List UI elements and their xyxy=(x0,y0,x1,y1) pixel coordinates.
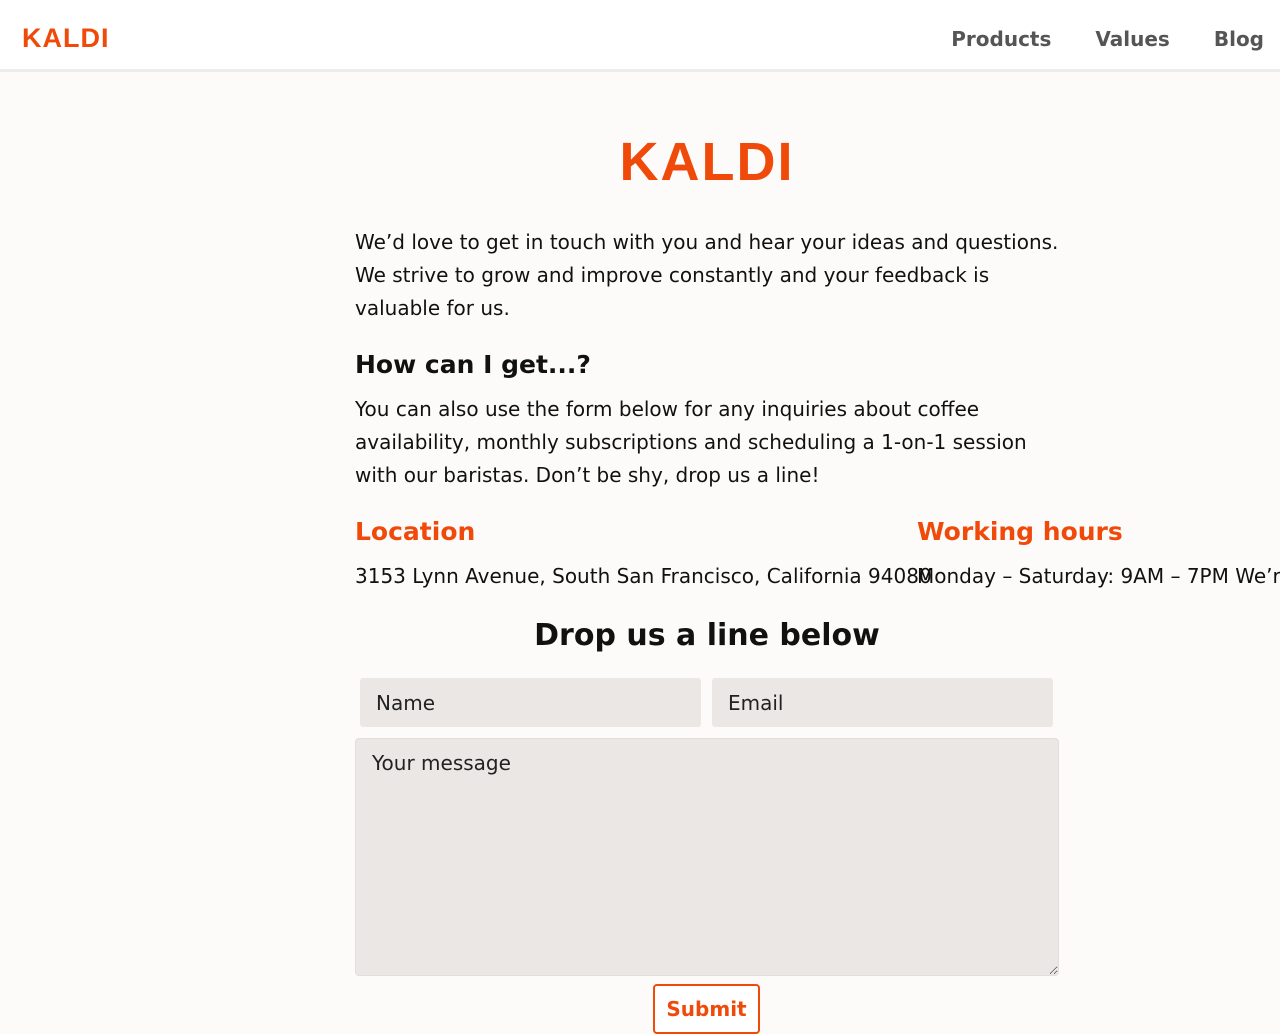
faq-heading: How can I get...? xyxy=(355,350,591,379)
email-input[interactable] xyxy=(712,678,1053,727)
location-heading: Location xyxy=(355,517,476,546)
working-hours-heading: Working hours xyxy=(917,517,1123,546)
name-input[interactable] xyxy=(360,678,701,727)
header-logo[interactable]: KALDI xyxy=(22,23,110,53)
message-textarea[interactable] xyxy=(355,738,1059,976)
location-address: 3153 Lynn Avenue, South San Francisco, C… xyxy=(355,564,932,588)
form-title: Drop us a line below xyxy=(534,618,880,653)
nav-link-values[interactable]: Values xyxy=(1095,24,1169,54)
main-nav: Products Values Blog xyxy=(951,24,1264,54)
submit-button[interactable]: Submit xyxy=(653,984,760,1034)
nav-link-blog[interactable]: Blog xyxy=(1214,24,1264,54)
intro-paragraph: We’d love to get in touch with you and h… xyxy=(355,230,1059,320)
top-navbar: KALDI Products Values Blog xyxy=(0,0,1280,72)
nav-link-products[interactable]: Products xyxy=(951,24,1051,54)
inquiry-paragraph: You can also use the form below for any … xyxy=(355,397,1027,487)
working-hours-text: Monday – Saturday: 9AM – 7PM We’r xyxy=(917,564,1280,588)
hero-logo: KALDI xyxy=(619,132,795,192)
